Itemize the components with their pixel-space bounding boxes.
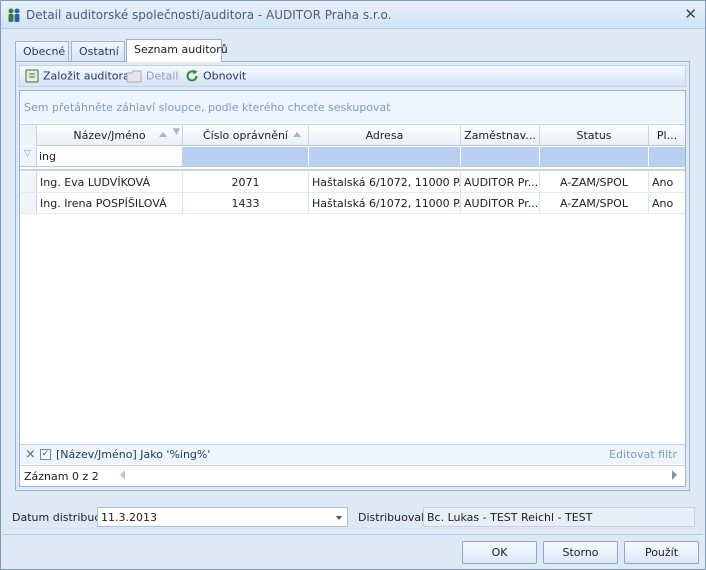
people-icon: [8, 8, 20, 22]
column-header-number-label: Číslo oprávnění: [202, 129, 288, 142]
row-indicator[interactable]: [20, 172, 37, 192]
column-header-status[interactable]: Status: [540, 125, 649, 146]
distributor-label: Distribuoval: [358, 511, 425, 524]
apply-button[interactable]: Použít: [624, 541, 699, 564]
cell-employer: AUDITOR Pr...: [461, 193, 540, 213]
cell-pl: Ano: [652, 197, 674, 210]
folder-icon: [126, 70, 142, 82]
filter-expression: [Název/Jméno] Jako '%ing%': [56, 448, 211, 461]
filter-cell-employer[interactable]: [461, 147, 540, 166]
create-auditor-button[interactable]: Založit auditora: [25, 69, 130, 83]
cancel-button[interactable]: Storno: [543, 541, 618, 564]
scroll-left-arrow-icon[interactable]: [120, 470, 125, 480]
clear-filter-icon[interactable]: ×: [25, 447, 36, 462]
cell-status: A-ZAM/SPOL: [540, 172, 649, 192]
filter-cell-pl[interactable]: [649, 147, 685, 166]
date-dropdown[interactable]: 11.3.2013: [97, 507, 348, 527]
chevron-down-icon[interactable]: [336, 516, 342, 520]
column-header-address-label: Adresa: [365, 129, 404, 142]
filter-enabled-checkbox[interactable]: ✓: [40, 449, 51, 460]
row-indicator[interactable]: [20, 193, 37, 213]
tab-other-label: Ostatní: [79, 45, 119, 58]
header-indicator-cell: [20, 125, 37, 146]
footer-divider: [3, 534, 703, 535]
column-header-address[interactable]: Adresa: [309, 125, 461, 146]
cell-name: Ing. Eva LUDVÍKOVÁ: [37, 172, 183, 192]
column-header-name[interactable]: Název/Jméno ▼: [37, 125, 183, 146]
cell-employer: AUDITOR Pr...: [461, 172, 540, 192]
detail-button[interactable]: Detail: [126, 69, 178, 83]
tab-other[interactable]: Ostatní: [71, 41, 125, 61]
close-icon[interactable]: ✕: [684, 5, 697, 23]
date-label: Datum distribuce: [12, 511, 108, 524]
edit-filter-link[interactable]: Editovat filtr: [609, 448, 677, 461]
cell-status: A-ZAM/SPOL: [540, 193, 649, 213]
sort-arrow-icon: [159, 132, 167, 137]
column-header-name-label: Název/Jméno: [73, 129, 146, 142]
scroll-right-arrow-icon[interactable]: [672, 470, 677, 480]
filter-cell-name[interactable]: ing: [37, 147, 183, 166]
column-header-pl[interactable]: Pl...: [649, 125, 685, 146]
cell-pl: Ano: [652, 176, 674, 189]
auditor-grid: Sem přetáhněte záhlaví sloupce, podle kt…: [19, 90, 686, 487]
filter-separator: [20, 169, 685, 171]
title-bar[interactable]: Detail auditorské společnosti/auditora -…: [1, 1, 705, 29]
filter-cell-address[interactable]: [309, 147, 461, 166]
refresh-label: Obnovit: [203, 69, 247, 83]
toolbar: Založit auditora Detail Obnovit: [19, 65, 686, 87]
new-document-icon: [25, 69, 39, 83]
distributor-field: Bc. Lukas - TEST Reichl - TEST: [423, 507, 695, 527]
table-row[interactable]: Ing. Eva LUDVÍKOVÁ 2071 Haštalská 6/1072…: [20, 172, 685, 193]
distributor-value: Bc. Lukas - TEST Reichl - TEST: [427, 511, 593, 524]
cell-address: Haštalská 6/1072, 11000 P...: [309, 172, 461, 192]
refresh-button[interactable]: Obnovit: [185, 69, 246, 83]
record-count: Záznam 0 z 2: [24, 470, 99, 483]
column-header-employer[interactable]: Zaměstnav...: [461, 125, 540, 146]
date-value: 11.3.2013: [101, 511, 157, 524]
filter-row-indicator: ▽: [20, 147, 37, 166]
cell-address: Haštalská 6/1072, 11000 P...: [309, 193, 461, 213]
cell-name: Ing. Irena POSPÍŠILOVÁ: [37, 193, 183, 213]
cell-number: 2071: [183, 172, 309, 192]
auto-filter-row: ▽ ing: [20, 147, 685, 167]
sort-arrow-icon: [293, 132, 301, 137]
filter-funnel-icon: ▽: [24, 149, 31, 159]
tab-general-label: Obecné: [23, 45, 66, 58]
filter-cell-status[interactable]: [540, 147, 649, 166]
auditor-list-panel: Založit auditora Detail Obnovit Sem přet…: [15, 61, 690, 491]
ok-button[interactable]: OK: [462, 541, 537, 564]
window-title: Detail auditorské společnosti/auditora -…: [26, 8, 392, 22]
grid-header: Název/Jméno ▼ Číslo oprávnění Adresa Zam…: [20, 124, 685, 146]
tab-auditor-list-label: Seznam auditorů: [134, 43, 228, 56]
detail-label: Detail: [146, 69, 179, 83]
column-header-status-label: Status: [576, 129, 612, 142]
refresh-icon: [186, 69, 198, 82]
table-row[interactable]: Ing. Irena POSPÍŠILOVÁ 1433 Haštalská 6/…: [20, 193, 685, 214]
group-by-panel[interactable]: Sem přetáhněte záhlaví sloupce, podle kt…: [20, 91, 685, 123]
filter-cell-number[interactable]: [183, 147, 309, 166]
filter-status-bar: × ✓ [Název/Jméno] Jako '%ing%' Editovat …: [20, 444, 685, 464]
filter-funnel-icon[interactable]: ▼: [173, 127, 180, 137]
tab-auditor-list[interactable]: Seznam auditorů: [126, 39, 228, 62]
column-header-employer-label: Zaměstnav...: [464, 129, 536, 142]
column-header-pl-label: Pl...: [656, 129, 678, 142]
column-header-number[interactable]: Číslo oprávnění: [183, 125, 309, 146]
dialog-window: Detail auditorské společnosti/auditora -…: [0, 0, 706, 570]
filter-name-input[interactable]: ing: [39, 150, 56, 163]
tab-general[interactable]: Obecné: [15, 41, 69, 61]
record-navigator: Záznam 0 z 2: [20, 465, 685, 486]
create-auditor-label: Založit auditora: [43, 69, 130, 83]
cell-number: 1433: [183, 193, 309, 213]
